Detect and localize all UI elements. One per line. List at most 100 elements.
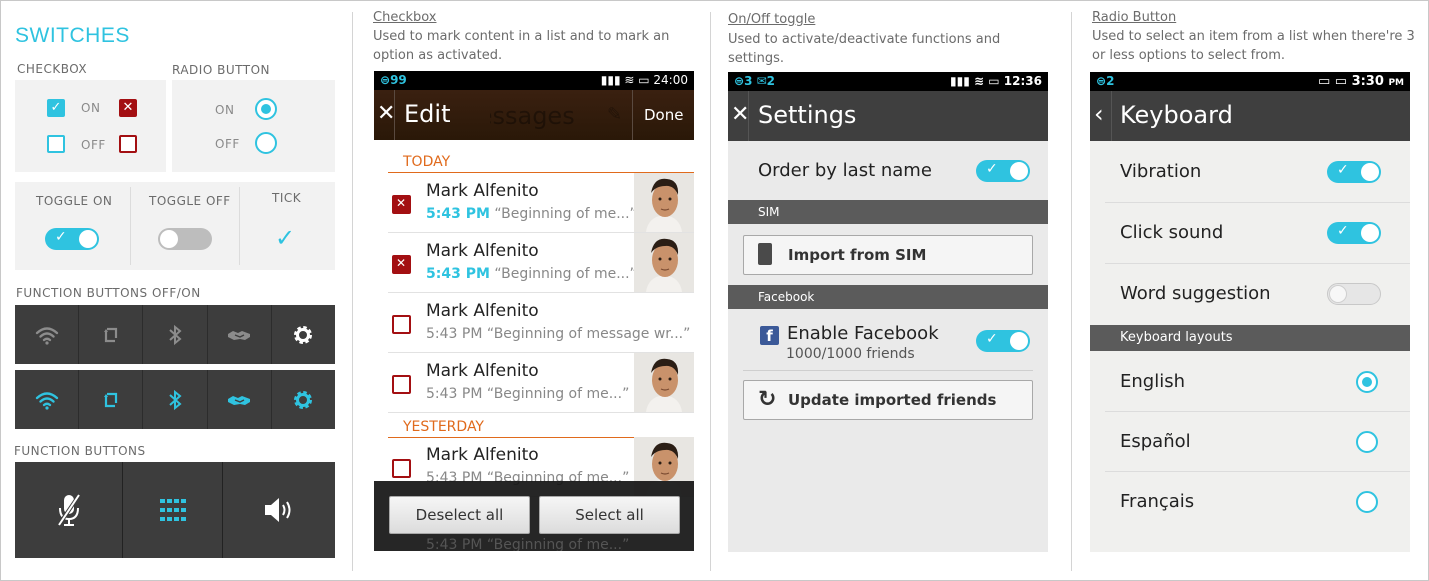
notification-count: ⊜3 ✉2 xyxy=(734,74,776,88)
message-checkbox[interactable] xyxy=(392,315,411,334)
keypad-button[interactable] xyxy=(123,462,223,558)
list-item[interactable]: Mark Alfenito 5:43 PM “Beginning of me...… xyxy=(388,173,694,233)
close-icon[interactable]: ✕ xyxy=(731,102,749,127)
setting-row[interactable]: Word suggestion xyxy=(1105,264,1410,325)
message-checkbox[interactable] xyxy=(392,195,411,214)
setting-toggle[interactable] xyxy=(1327,283,1381,305)
contact-name: Mark Alfenito xyxy=(426,301,539,321)
status-time: ▮▮▮ ≋ ▭ 12:36 xyxy=(950,74,1042,88)
layout-radio[interactable] xyxy=(1356,491,1378,513)
settings-off-button[interactable] xyxy=(272,305,335,364)
handshake-on-button[interactable] xyxy=(208,370,272,429)
list-item[interactable]: Mark Alfenito 5:43 PM “Beginning of messa… xyxy=(388,293,694,353)
function-buttons-bar xyxy=(15,462,335,558)
speaker-icon xyxy=(265,498,291,522)
notification-count: ⊜2 xyxy=(1096,74,1115,88)
layout-radio[interactable] xyxy=(1356,431,1378,453)
keyboard-title: Keyboard xyxy=(1120,101,1233,129)
done-button[interactable]: Done xyxy=(644,106,683,124)
update-friends-button[interactable]: ↻ Update imported friends xyxy=(743,380,1033,420)
header-bg-text: Messages xyxy=(457,102,575,130)
gear-icon xyxy=(294,390,313,409)
divider xyxy=(632,90,633,140)
checkbox-on[interactable]: ✓ xyxy=(47,99,65,117)
rotate-lock-icon xyxy=(103,392,117,407)
toggle-on[interactable]: ✓ xyxy=(45,228,99,250)
avatar xyxy=(634,173,694,232)
setting-toggle[interactable]: ✓ xyxy=(1327,222,1381,244)
layout-radio[interactable] xyxy=(1356,371,1378,393)
setting-toggle[interactable]: ✓ xyxy=(1327,161,1381,183)
settings-header: ✕ Settings xyxy=(728,91,1048,141)
checkbox-heading: Checkbox xyxy=(373,10,437,25)
handshake-off-button[interactable] xyxy=(208,305,272,364)
divider xyxy=(710,12,711,571)
checkbox-red-on[interactable]: ✕ xyxy=(119,99,137,117)
message-checkbox[interactable] xyxy=(392,255,411,274)
order-toggle[interactable]: ✓ xyxy=(976,160,1030,182)
back-icon[interactable]: ‹ xyxy=(1094,100,1104,128)
action-bar: 5:43 PM “Beginning of me...” Deselect al… xyxy=(374,481,694,551)
close-icon[interactable]: ✕ xyxy=(377,101,395,126)
message-preview: 5:43 PM “Beginning of message wr...” xyxy=(426,326,691,342)
avatar xyxy=(634,233,694,292)
divider xyxy=(1111,91,1112,141)
facebook-toggle[interactable]: ✓ xyxy=(976,330,1030,352)
keyboard-header: ‹ Keyboard xyxy=(1090,91,1410,141)
list-item[interactable]: Mark Alfenito 5:43 PM “Beginning of me...… xyxy=(388,353,694,413)
wifi-icon xyxy=(35,391,58,410)
list-item[interactable]: Mark Alfenito 5:43 PM “Beginning of me...… xyxy=(388,233,694,293)
message-checkbox[interactable] xyxy=(392,375,411,394)
wifi-icon xyxy=(35,326,58,345)
today-header: TODAY xyxy=(388,151,694,173)
layout-label: Français xyxy=(1120,491,1195,512)
on-label: ON xyxy=(215,103,235,117)
setting-label: Vibration xyxy=(1120,161,1202,182)
speaker-button[interactable] xyxy=(223,462,335,558)
setting-row[interactable]: Vibration ✓ xyxy=(1105,142,1410,203)
checkbox-red-off[interactable] xyxy=(119,135,137,153)
compose-icon: ✎ xyxy=(607,104,623,125)
checkbox-off[interactable] xyxy=(47,135,65,153)
tick-caption: TICK xyxy=(272,191,302,205)
status-bar: ⊜99 ▮▮▮ ≋ ▭ 24:00 xyxy=(374,71,694,90)
keyboard-screen: ⊜2 ▭ ▭ 3:30 PM ‹ Keyboard Vibration ✓ Clic… xyxy=(1090,72,1410,552)
tick-icon: ✓ xyxy=(275,224,296,252)
radio-off[interactable] xyxy=(255,132,277,154)
select-all-button[interactable]: Select all xyxy=(539,496,680,534)
deselect-all-button[interactable]: Deselect all xyxy=(389,496,530,534)
toggle-on-caption: TOGGLE ON xyxy=(36,194,113,208)
layout-row[interactable]: Français xyxy=(1105,472,1410,532)
on-label: ON xyxy=(81,101,101,115)
wifi-off-button[interactable] xyxy=(15,305,80,364)
rotate-lock-off-button[interactable] xyxy=(79,305,144,364)
import-sim-button[interactable]: Import from SIM xyxy=(743,235,1033,275)
layout-row[interactable]: English xyxy=(1105,352,1410,412)
bluetooth-on-button[interactable] xyxy=(143,370,208,429)
mute-button[interactable] xyxy=(15,462,123,558)
wifi-on-button[interactable] xyxy=(15,370,80,429)
bluetooth-off-button[interactable] xyxy=(143,305,208,364)
message-preview: 5:43 PM “Beginning of me...” xyxy=(426,386,630,402)
settings-on-button[interactable] xyxy=(272,370,335,429)
yesterday-header: YESTERDAY xyxy=(388,416,694,438)
avatar xyxy=(634,353,694,412)
import-sim-label: Import from SIM xyxy=(788,246,927,264)
layout-label: Español xyxy=(1120,431,1191,452)
toggle-heading: On/Off toggle xyxy=(728,12,816,27)
sim-icon xyxy=(758,243,772,265)
message-checkbox[interactable] xyxy=(392,459,411,478)
checkbox-description: Used to mark content in a list and to ma… xyxy=(373,29,670,63)
toggle-off[interactable] xyxy=(158,228,212,250)
edit-title: Edit xyxy=(404,100,451,128)
message-preview: 5:43 PM “Beginning of me...” xyxy=(426,266,637,282)
radio-on[interactable] xyxy=(255,98,277,120)
divider xyxy=(394,90,395,140)
function-buttons-caption: FUNCTION BUTTONS xyxy=(14,444,146,458)
switches-title: SWITCHES xyxy=(15,24,130,47)
layout-row[interactable]: Español xyxy=(1105,412,1410,472)
rotate-lock-on-button[interactable] xyxy=(79,370,144,429)
bluetooth-icon xyxy=(169,389,182,410)
friends-count: 1000/1000 friends xyxy=(786,346,915,362)
setting-row[interactable]: Click sound ✓ xyxy=(1105,203,1410,264)
